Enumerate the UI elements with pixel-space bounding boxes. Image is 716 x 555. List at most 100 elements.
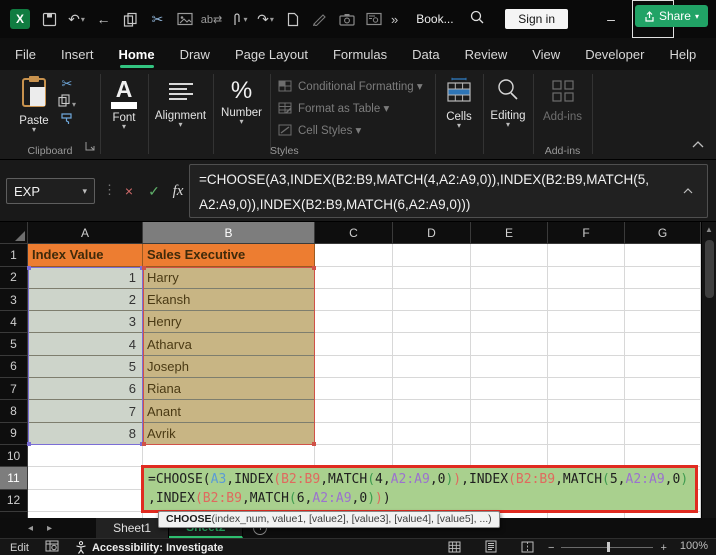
paste-button[interactable]: Paste ▾ bbox=[14, 75, 54, 133]
lookup-button[interactable] bbox=[360, 6, 387, 32]
tab-draw[interactable]: Draw bbox=[179, 40, 211, 69]
zoom-slider[interactable] bbox=[561, 547, 653, 548]
cell-B4[interactable]: Henry bbox=[143, 311, 315, 333]
cell-F1[interactable] bbox=[548, 244, 625, 266]
tab-view[interactable]: View bbox=[531, 40, 561, 69]
cell-A7[interactable]: 6 bbox=[28, 378, 143, 400]
tab-help[interactable]: Help bbox=[668, 40, 697, 69]
cell-A6[interactable]: 5 bbox=[28, 356, 143, 378]
cell-C2[interactable] bbox=[315, 267, 393, 289]
touch-mode-button[interactable]: ▾ bbox=[225, 6, 252, 32]
zoom-level[interactable]: 100% bbox=[680, 540, 708, 552]
save-button[interactable] bbox=[36, 6, 63, 32]
tab-file[interactable]: File bbox=[14, 40, 37, 69]
cell-F8[interactable] bbox=[548, 400, 625, 422]
cell-A2[interactable]: 1 bbox=[28, 267, 143, 289]
cell-C8[interactable] bbox=[315, 400, 393, 422]
font-dropdown-caret[interactable]: ▾ bbox=[100, 124, 148, 130]
cell-A3[interactable]: 2 bbox=[28, 289, 143, 311]
cell-C6[interactable] bbox=[315, 356, 393, 378]
accessibility-status[interactable]: Accessibility: Investigate bbox=[75, 541, 223, 554]
formula-input[interactable]: =CHOOSE(A3,INDEX(B2:B9,MATCH(4,A2:A9,0))… bbox=[189, 164, 708, 218]
cell-E7[interactable] bbox=[471, 378, 548, 400]
cell-D2[interactable] bbox=[393, 267, 471, 289]
cell-F9[interactable] bbox=[548, 423, 625, 445]
select-all-corner[interactable] bbox=[0, 222, 28, 244]
font-group[interactable]: A Font ▾ bbox=[100, 70, 148, 160]
cells-dropdown-caret[interactable]: ▾ bbox=[435, 123, 483, 129]
scrollbar-thumb[interactable] bbox=[705, 240, 714, 298]
row-header-8[interactable]: 8 bbox=[0, 400, 28, 422]
cell-B6[interactable]: Joseph bbox=[143, 356, 315, 378]
row-header-12[interactable]: 12 bbox=[0, 490, 28, 512]
cell-F5[interactable] bbox=[548, 333, 625, 355]
tab-page-layout[interactable]: Page Layout bbox=[234, 40, 309, 69]
vertical-scrollbar[interactable]: ▲ bbox=[701, 222, 716, 518]
col-header-G[interactable]: G bbox=[625, 222, 701, 244]
cell-B8[interactable]: Anant bbox=[143, 400, 315, 422]
conditional-formatting-button[interactable]: Conditional Formatting ▾ bbox=[270, 75, 435, 97]
cell-G1[interactable] bbox=[625, 244, 701, 266]
cell-D10[interactable] bbox=[393, 445, 471, 467]
cell-G2[interactable] bbox=[625, 267, 701, 289]
row-header-7[interactable]: 7 bbox=[0, 378, 28, 400]
name-box-caret-icon[interactable]: ▾ bbox=[82, 186, 87, 197]
cell-A4[interactable]: 3 bbox=[28, 311, 143, 333]
cell-G10[interactable] bbox=[625, 445, 701, 467]
cell-G7[interactable] bbox=[625, 378, 701, 400]
cells-group[interactable]: Cells ▾ bbox=[435, 70, 483, 160]
cell-G4[interactable] bbox=[625, 311, 701, 333]
col-header-B[interactable]: B bbox=[143, 222, 315, 244]
zoom-slider-thumb[interactable] bbox=[607, 542, 610, 552]
tab-developer[interactable]: Developer bbox=[584, 40, 645, 69]
cell-C4[interactable] bbox=[315, 311, 393, 333]
insert-function-button[interactable]: fx bbox=[167, 180, 189, 202]
normal-view-icon[interactable] bbox=[448, 541, 461, 555]
row-header-1[interactable]: 1 bbox=[0, 244, 28, 266]
editing-group[interactable]: Editing ▾ bbox=[483, 70, 533, 160]
format-as-table-button[interactable]: Format as Table ▾ bbox=[270, 97, 435, 119]
alignment-group[interactable]: Alignment ▾ bbox=[148, 70, 213, 160]
cell-A12[interactable] bbox=[28, 490, 143, 512]
cell-C5[interactable] bbox=[315, 333, 393, 355]
cell-C1[interactable] bbox=[315, 244, 393, 266]
cell-G8[interactable] bbox=[625, 400, 701, 422]
cell-A11[interactable] bbox=[28, 467, 143, 489]
clipboard-dialog-launcher[interactable] bbox=[85, 138, 95, 156]
cell-F4[interactable] bbox=[548, 311, 625, 333]
cell-A8[interactable]: 7 bbox=[28, 400, 143, 422]
copy-button[interactable] bbox=[117, 6, 144, 32]
undo-button[interactable]: ↶▾ bbox=[63, 6, 90, 32]
share-button[interactable]: Share▾ bbox=[635, 5, 708, 27]
cell-B10[interactable] bbox=[143, 445, 315, 467]
cell-C9[interactable] bbox=[315, 423, 393, 445]
col-header-C[interactable]: C bbox=[315, 222, 393, 244]
row-header-11[interactable]: 11 bbox=[0, 467, 28, 489]
cell-D3[interactable] bbox=[393, 289, 471, 311]
cell-F3[interactable] bbox=[548, 289, 625, 311]
page-layout-view-icon[interactable] bbox=[485, 540, 497, 555]
back-button[interactable]: ← bbox=[90, 6, 117, 32]
sheet-nav-left-icon[interactable]: ◂ bbox=[28, 523, 33, 534]
cut-small-button[interactable]: ✂ bbox=[58, 76, 76, 94]
collapse-ribbon-chevron[interactable] bbox=[692, 135, 704, 153]
cell-A1[interactable]: Index Value bbox=[28, 244, 143, 266]
cut-button[interactable]: ✂ bbox=[144, 6, 171, 32]
paste-dropdown-caret[interactable]: ▾ bbox=[14, 127, 54, 133]
cell-E9[interactable] bbox=[471, 423, 548, 445]
cell-D6[interactable] bbox=[393, 356, 471, 378]
enter-button[interactable]: ✓ bbox=[143, 180, 165, 202]
macro-record-icon[interactable] bbox=[45, 540, 59, 555]
qat-overflow-chevron[interactable]: » bbox=[391, 12, 398, 27]
row-header-6[interactable]: 6 bbox=[0, 356, 28, 378]
tab-data[interactable]: Data bbox=[411, 40, 440, 69]
col-header-A[interactable]: A bbox=[28, 222, 143, 244]
format-painter-button[interactable] bbox=[58, 112, 76, 130]
cell-E5[interactable] bbox=[471, 333, 548, 355]
sheet-nav-right-icon[interactable]: ▸ bbox=[47, 523, 52, 534]
cell-B2[interactable]: Harry bbox=[143, 267, 315, 289]
cell-B5[interactable]: Atharva bbox=[143, 333, 315, 355]
copy-small-button[interactable]: ▾ bbox=[58, 94, 76, 112]
cell-G6[interactable] bbox=[625, 356, 701, 378]
name-box[interactable]: EXP ▾ bbox=[6, 178, 95, 204]
